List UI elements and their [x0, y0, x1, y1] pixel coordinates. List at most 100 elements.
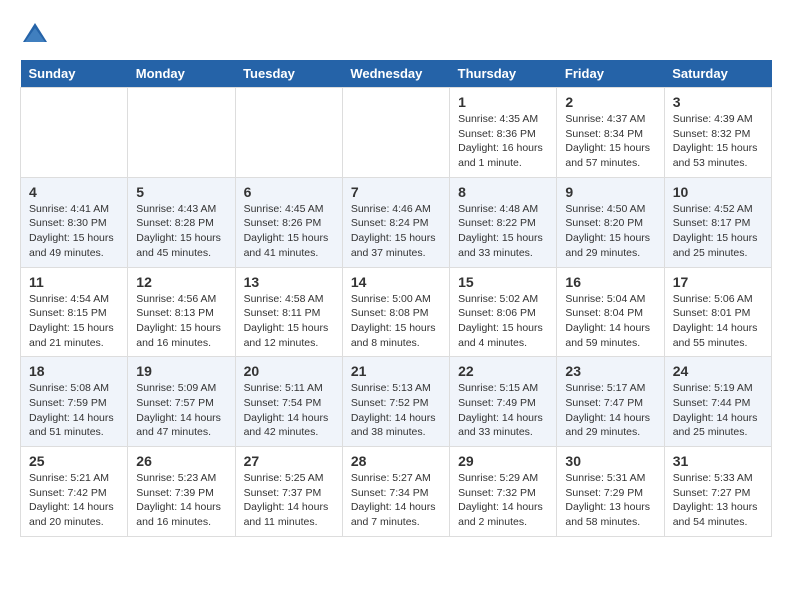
day-info: Sunrise: 4:50 AM Sunset: 8:20 PM Dayligh…: [565, 202, 655, 261]
day-info: Sunrise: 5:09 AM Sunset: 7:57 PM Dayligh…: [136, 381, 226, 440]
calendar-cell: 11 Sunrise: 4:54 AM Sunset: 8:15 PM Dayli…: [21, 267, 128, 357]
day-number: 5: [136, 184, 226, 200]
day-number: 25: [29, 453, 119, 469]
day-info: Sunrise: 4:41 AM Sunset: 8:30 PM Dayligh…: [29, 202, 119, 261]
calendar-cell: 26 Sunrise: 5:23 AM Sunset: 7:39 PM Dayli…: [128, 447, 235, 537]
day-number: 17: [673, 274, 763, 290]
calendar-cell: 1 Sunrise: 4:35 AM Sunset: 8:36 PM Daylig…: [450, 88, 557, 178]
day-number: 20: [244, 363, 334, 379]
day-number: 3: [673, 94, 763, 110]
day-number: 2: [565, 94, 655, 110]
day-info: Sunrise: 5:17 AM Sunset: 7:47 PM Dayligh…: [565, 381, 655, 440]
calendar-cell: 23 Sunrise: 5:17 AM Sunset: 7:47 PM Dayli…: [557, 357, 664, 447]
day-number: 24: [673, 363, 763, 379]
calendar-cell: 4 Sunrise: 4:41 AM Sunset: 8:30 PM Daylig…: [21, 177, 128, 267]
calendar-cell: 8Sunrise: 4:48 AM Sunset: 8:22 PM Daylig…: [450, 177, 557, 267]
day-info: Sunrise: 5:00 AM Sunset: 8:08 PM Dayligh…: [351, 292, 441, 351]
day-info: Sunrise: 5:33 AM Sunset: 7:27 PM Dayligh…: [673, 471, 763, 530]
day-number: 16: [565, 274, 655, 290]
day-number: 22: [458, 363, 548, 379]
day-number: 13: [244, 274, 334, 290]
calendar-cell: 17 Sunrise: 5:06 AM Sunset: 8:01 PM Dayli…: [664, 267, 771, 357]
day-info: Sunrise: 5:06 AM Sunset: 8:01 PM Dayligh…: [673, 292, 763, 351]
calendar-cell: 18 Sunrise: 5:08 AM Sunset: 7:59 PM Dayli…: [21, 357, 128, 447]
calendar-cell: 16 Sunrise: 5:04 AM Sunset: 8:04 PM Dayli…: [557, 267, 664, 357]
day-info: Sunrise: 4:52 AM Sunset: 8:17 PM Dayligh…: [673, 202, 763, 261]
calendar-week-4: 18 Sunrise: 5:08 AM Sunset: 7:59 PM Dayli…: [21, 357, 772, 447]
calendar-week-1: 1 Sunrise: 4:35 AM Sunset: 8:36 PM Daylig…: [21, 88, 772, 178]
calendar-cell: [342, 88, 449, 178]
day-number: 8: [458, 184, 548, 200]
day-number: 26: [136, 453, 226, 469]
day-info: Sunrise: 5:25 AM Sunset: 7:37 PM Dayligh…: [244, 471, 334, 530]
day-number: 18: [29, 363, 119, 379]
calendar-week-2: 4 Sunrise: 4:41 AM Sunset: 8:30 PM Daylig…: [21, 177, 772, 267]
calendar-cell: 7 Sunrise: 4:46 AM Sunset: 8:24 PM Daylig…: [342, 177, 449, 267]
calendar-cell: 12Sunrise: 4:56 AM Sunset: 8:13 PM Dayli…: [128, 267, 235, 357]
calendar-cell: 24 Sunrise: 5:19 AM Sunset: 7:44 PM Dayli…: [664, 357, 771, 447]
day-number: 30: [565, 453, 655, 469]
day-info: Sunrise: 4:37 AM Sunset: 8:34 PM Dayligh…: [565, 112, 655, 171]
day-number: 4: [29, 184, 119, 200]
day-info: Sunrise: 5:19 AM Sunset: 7:44 PM Dayligh…: [673, 381, 763, 440]
calendar-cell: 5 Sunrise: 4:43 AM Sunset: 8:28 PM Daylig…: [128, 177, 235, 267]
day-info: Sunrise: 5:23 AM Sunset: 7:39 PM Dayligh…: [136, 471, 226, 530]
day-info: Sunrise: 5:08 AM Sunset: 7:59 PM Dayligh…: [29, 381, 119, 440]
day-number: 23: [565, 363, 655, 379]
calendar-week-5: 25 Sunrise: 5:21 AM Sunset: 7:42 PM Dayli…: [21, 447, 772, 537]
day-number: 1: [458, 94, 548, 110]
calendar-cell: 3 Sunrise: 4:39 AM Sunset: 8:32 PM Daylig…: [664, 88, 771, 178]
day-info: Sunrise: 5:11 AM Sunset: 7:54 PM Dayligh…: [244, 381, 334, 440]
calendar-cell: 22Sunrise: 5:15 AM Sunset: 7:49 PM Dayli…: [450, 357, 557, 447]
day-number: 21: [351, 363, 441, 379]
day-info: Sunrise: 5:02 AM Sunset: 8:06 PM Dayligh…: [458, 292, 548, 351]
calendar-cell: [21, 88, 128, 178]
calendar-cell: 25 Sunrise: 5:21 AM Sunset: 7:42 PM Dayli…: [21, 447, 128, 537]
calendar-cell: 14Sunrise: 5:00 AM Sunset: 8:08 PM Dayli…: [342, 267, 449, 357]
day-info: Sunrise: 4:43 AM Sunset: 8:28 PM Dayligh…: [136, 202, 226, 261]
day-number: 19: [136, 363, 226, 379]
calendar-table: SundayMondayTuesdayWednesdayThursdayFrid…: [20, 60, 772, 537]
calendar-cell: 13Sunrise: 4:58 AM Sunset: 8:11 PM Dayli…: [235, 267, 342, 357]
logo: [20, 20, 54, 50]
day-info: Sunrise: 4:46 AM Sunset: 8:24 PM Dayligh…: [351, 202, 441, 261]
day-number: 11: [29, 274, 119, 290]
calendar-cell: 29Sunrise: 5:29 AM Sunset: 7:32 PM Dayli…: [450, 447, 557, 537]
weekday-header-monday: Monday: [128, 60, 235, 88]
calendar-week-3: 11 Sunrise: 4:54 AM Sunset: 8:15 PM Dayli…: [21, 267, 772, 357]
day-number: 29: [458, 453, 548, 469]
day-info: Sunrise: 5:27 AM Sunset: 7:34 PM Dayligh…: [351, 471, 441, 530]
calendar-cell: [235, 88, 342, 178]
calendar-cell: 9 Sunrise: 4:50 AM Sunset: 8:20 PM Daylig…: [557, 177, 664, 267]
weekday-header-row: SundayMondayTuesdayWednesdayThursdayFrid…: [21, 60, 772, 88]
day-info: Sunrise: 5:13 AM Sunset: 7:52 PM Dayligh…: [351, 381, 441, 440]
day-info: Sunrise: 4:35 AM Sunset: 8:36 PM Dayligh…: [458, 112, 548, 171]
day-info: Sunrise: 4:56 AM Sunset: 8:13 PM Dayligh…: [136, 292, 226, 351]
page-header: [20, 20, 772, 50]
calendar-cell: 2 Sunrise: 4:37 AM Sunset: 8:34 PM Daylig…: [557, 88, 664, 178]
calendar-cell: 28 Sunrise: 5:27 AM Sunset: 7:34 PM Dayli…: [342, 447, 449, 537]
calendar-cell: 30Sunrise: 5:31 AM Sunset: 7:29 PM Dayli…: [557, 447, 664, 537]
day-number: 27: [244, 453, 334, 469]
day-info: Sunrise: 5:21 AM Sunset: 7:42 PM Dayligh…: [29, 471, 119, 530]
weekday-header-wednesday: Wednesday: [342, 60, 449, 88]
weekday-header-sunday: Sunday: [21, 60, 128, 88]
calendar-cell: 20 Sunrise: 5:11 AM Sunset: 7:54 PM Dayli…: [235, 357, 342, 447]
day-number: 15: [458, 274, 548, 290]
calendar-cell: 21 Sunrise: 5:13 AM Sunset: 7:52 PM Dayli…: [342, 357, 449, 447]
day-number: 10: [673, 184, 763, 200]
weekday-header-saturday: Saturday: [664, 60, 771, 88]
day-number: 6: [244, 184, 334, 200]
day-info: Sunrise: 4:45 AM Sunset: 8:26 PM Dayligh…: [244, 202, 334, 261]
day-number: 28: [351, 453, 441, 469]
day-info: Sunrise: 4:54 AM Sunset: 8:15 PM Dayligh…: [29, 292, 119, 351]
day-number: 7: [351, 184, 441, 200]
day-info: Sunrise: 5:04 AM Sunset: 8:04 PM Dayligh…: [565, 292, 655, 351]
calendar-cell: 19 Sunrise: 5:09 AM Sunset: 7:57 PM Dayli…: [128, 357, 235, 447]
weekday-header-friday: Friday: [557, 60, 664, 88]
day-info: Sunrise: 4:39 AM Sunset: 8:32 PM Dayligh…: [673, 112, 763, 171]
day-number: 9: [565, 184, 655, 200]
calendar-cell: 10 Sunrise: 4:52 AM Sunset: 8:17 PM Dayli…: [664, 177, 771, 267]
weekday-header-thursday: Thursday: [450, 60, 557, 88]
day-number: 31: [673, 453, 763, 469]
